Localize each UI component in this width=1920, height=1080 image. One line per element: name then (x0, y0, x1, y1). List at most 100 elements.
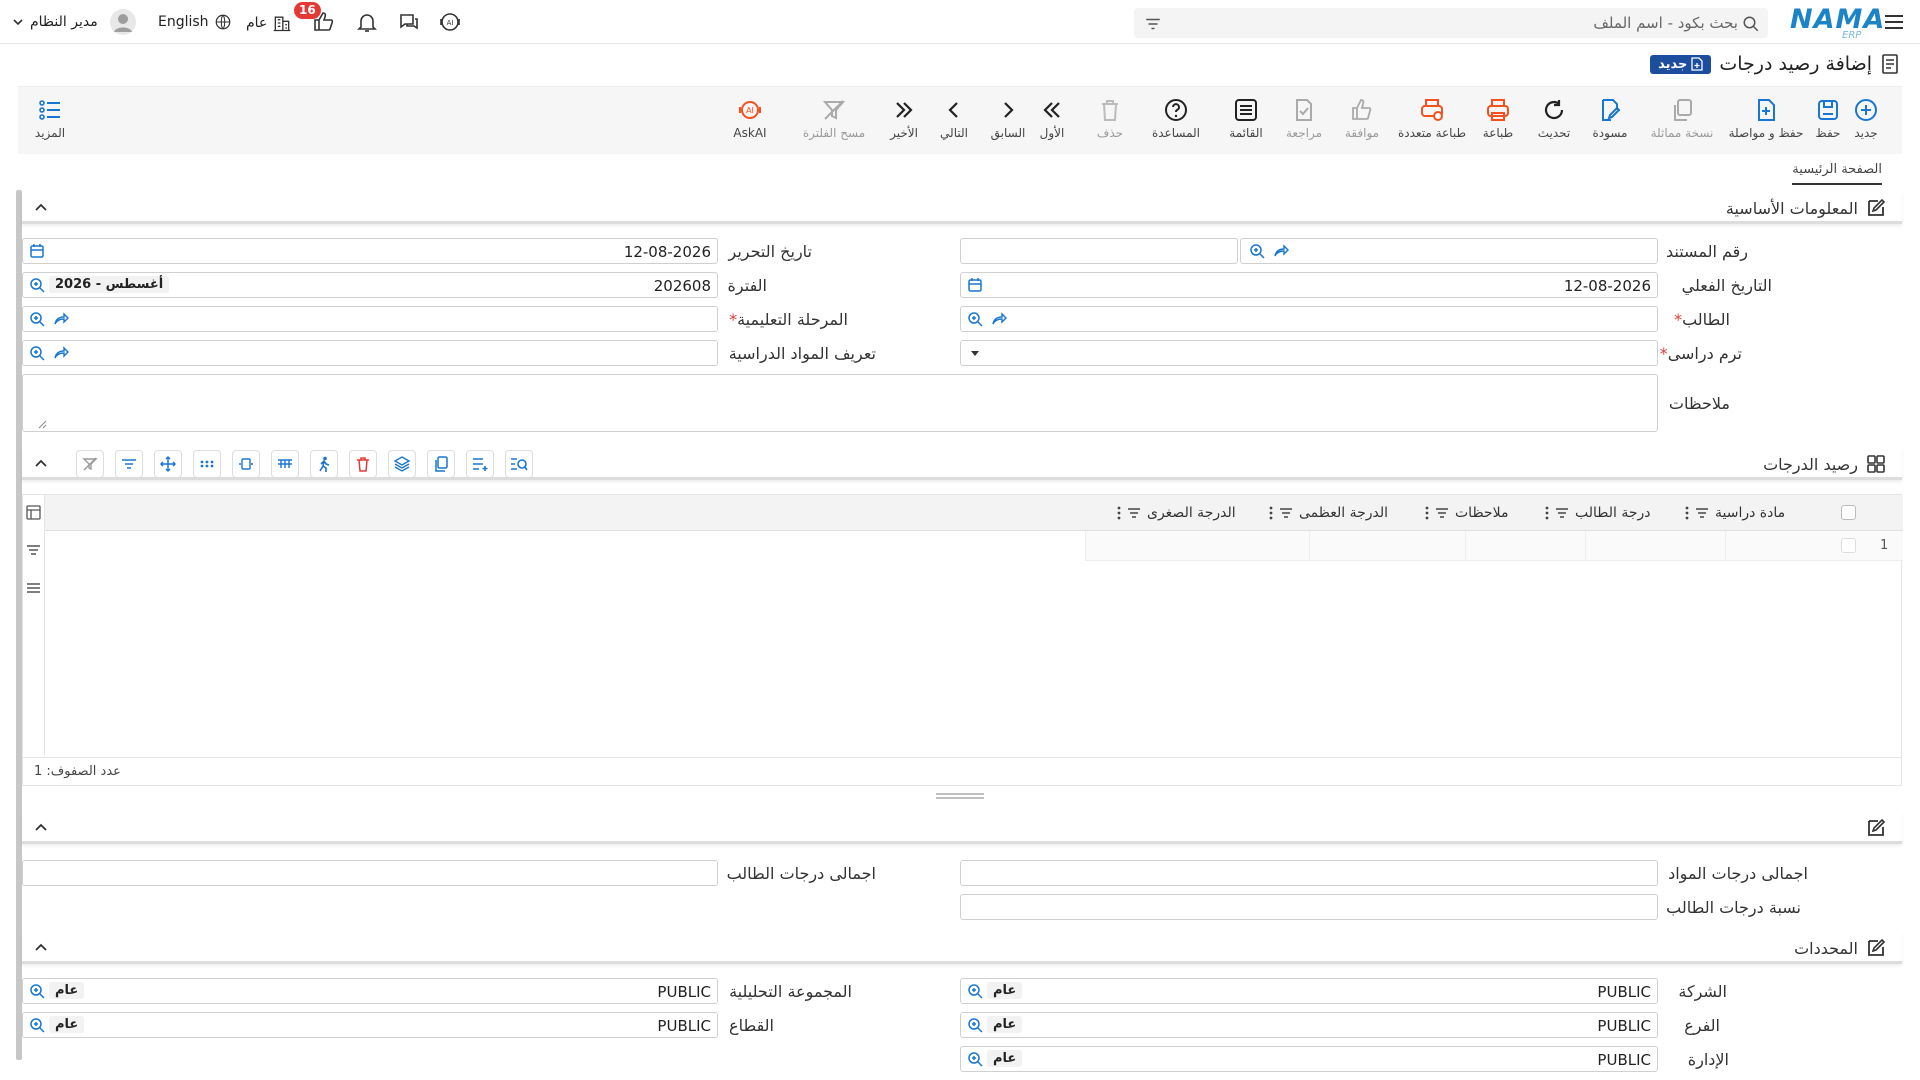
notes-textarea[interactable] (22, 374, 1658, 432)
help-button[interactable]: المساعدة (1138, 97, 1214, 140)
refresh-button[interactable]: تحديث (1522, 97, 1586, 140)
grid-insert-row-button[interactable] (466, 450, 494, 478)
grid-dots-button[interactable] (193, 450, 221, 478)
chevron-up-icon[interactable] (34, 820, 48, 834)
term-select[interactable] (960, 340, 1658, 366)
duplicate-button[interactable]: نسخة مماثلة (1646, 97, 1718, 140)
calendar-icon[interactable] (29, 243, 45, 259)
clear-filter-button[interactable]: مسح الفلترة (786, 97, 882, 140)
resize-splitter-icon[interactable] (936, 792, 984, 800)
delete-button[interactable]: حذف (1078, 97, 1142, 140)
share-icon[interactable] (53, 311, 69, 327)
tab-main-page[interactable]: الصفحة الرئيسية (1792, 162, 1882, 185)
grid-table-button[interactable] (271, 450, 299, 478)
subjects-def-input[interactable] (22, 340, 718, 366)
grid-copy-button[interactable] (427, 450, 455, 478)
student-total-input[interactable] (22, 860, 718, 886)
column-menu-icon[interactable] (1545, 506, 1549, 520)
column-subject[interactable]: مادة دراسية (1685, 505, 1785, 521)
search-plus-icon[interactable] (967, 311, 983, 327)
hamburger-menu-icon[interactable] (1882, 10, 1906, 34)
column-menu-icon[interactable] (1269, 506, 1273, 520)
user-menu[interactable]: مدير النظام (12, 8, 136, 36)
select-all-checkbox[interactable] (1841, 505, 1856, 520)
period-input[interactable]: 202608 2026 - أغسطس (22, 272, 718, 298)
column-max-grade[interactable]: الدرجة العظمى (1269, 505, 1388, 521)
grid-search-button[interactable] (505, 450, 533, 478)
columns-panel-icon[interactable] (26, 505, 41, 520)
grid-move-button[interactable] (154, 450, 182, 478)
rows-panel-icon[interactable] (26, 581, 41, 596)
search-plus-icon[interactable] (29, 1017, 45, 1033)
search-plus-icon[interactable] (29, 311, 45, 327)
logo[interactable]: NAMA ERP (1790, 4, 1884, 41)
review-button[interactable]: مراجعة (1272, 97, 1336, 140)
edit-date-input[interactable]: 12-08-2026 (22, 238, 718, 264)
basic-info-section-header[interactable]: المعلومات الأساسية (22, 192, 1902, 224)
search-input[interactable] (1178, 8, 1738, 38)
language-switcher[interactable]: English (158, 13, 232, 31)
department-input[interactable]: PUBLIC عام (960, 1046, 1658, 1072)
totals-section-header[interactable] (22, 812, 1902, 844)
sector-input[interactable]: PUBLIC عام (22, 1012, 718, 1038)
grid-filter-button[interactable] (115, 450, 143, 478)
doc-number-secondary-input[interactable] (960, 238, 1238, 264)
table-row[interactable]: 1 (1085, 531, 1903, 561)
column-student-grade[interactable]: درجة الطالب (1545, 505, 1651, 521)
calendar-icon[interactable] (967, 277, 983, 293)
subjects-total-input[interactable] (960, 860, 1658, 886)
grid-clear-filter-button[interactable] (76, 450, 104, 478)
filters-panel-icon[interactable] (26, 543, 41, 558)
save-continue-button[interactable]: حفظ و مواصلة (1724, 97, 1808, 140)
branch-input[interactable]: PUBLIC عام (960, 1012, 1658, 1038)
column-filter-icon[interactable] (1127, 507, 1141, 519)
column-filter-icon[interactable] (1555, 507, 1569, 519)
search-plus-icon[interactable] (1249, 243, 1265, 259)
chat-icon[interactable] (397, 10, 421, 34)
chevron-up-icon[interactable] (34, 200, 48, 214)
analytic-group-input[interactable]: PUBLIC عام (22, 978, 718, 1004)
column-menu-icon[interactable] (1425, 506, 1429, 520)
grid-run-button[interactable] (310, 450, 338, 478)
search-plus-icon[interactable] (29, 345, 45, 361)
search-plus-icon[interactable] (29, 277, 45, 293)
actual-date-input[interactable]: 12-08-2026 (960, 272, 1658, 298)
company-switcher[interactable]: عام (246, 13, 292, 33)
stage-input[interactable] (22, 306, 718, 332)
grid-layers-button[interactable] (388, 450, 416, 478)
draft-button[interactable]: مسودة (1578, 97, 1642, 140)
column-menu-icon[interactable] (1117, 506, 1121, 520)
more-button[interactable]: المزيد (18, 97, 82, 140)
grid-delete-button[interactable] (349, 450, 377, 478)
column-filter-icon[interactable] (1279, 507, 1293, 519)
ai-assistant-icon[interactable]: AI (438, 10, 462, 34)
chevron-up-icon[interactable] (34, 940, 48, 954)
share-icon[interactable] (1273, 243, 1289, 259)
grades-section-header[interactable]: رصيد الدرجات (22, 448, 1902, 480)
list-button[interactable]: القائمة (1214, 97, 1278, 140)
column-filter-icon[interactable] (1695, 507, 1709, 519)
share-icon[interactable] (991, 311, 1007, 327)
share-icon[interactable] (53, 345, 69, 361)
determinants-section-header[interactable]: المحددات (22, 932, 1902, 964)
bell-icon[interactable] (355, 10, 379, 34)
search-plus-icon[interactable] (967, 983, 983, 999)
filter-icon[interactable] (1144, 15, 1162, 33)
column-notes[interactable]: ملاحظات (1425, 505, 1508, 521)
company-input[interactable]: PUBLIC عام (960, 978, 1658, 1004)
student-ratio-input[interactable] (960, 894, 1658, 920)
print-button[interactable]: طباعة (1466, 97, 1530, 140)
column-min-grade[interactable]: الدرجة الصغرى (1117, 505, 1236, 521)
askai-button[interactable]: AI AskAI (718, 97, 782, 140)
grid-fit-button[interactable] (232, 450, 260, 478)
student-input[interactable] (960, 306, 1658, 332)
multi-print-button[interactable]: طباعة متعددة (1390, 97, 1474, 140)
doc-number-input[interactable] (1240, 238, 1658, 264)
chevron-up-icon[interactable] (34, 456, 48, 470)
search-plus-icon[interactable] (967, 1017, 983, 1033)
column-menu-icon[interactable] (1685, 506, 1689, 520)
search-icon[interactable] (1742, 15, 1760, 33)
row-checkbox[interactable] (1841, 538, 1856, 553)
search-plus-icon[interactable] (29, 983, 45, 999)
approve-button[interactable]: موافقة (1330, 97, 1394, 140)
